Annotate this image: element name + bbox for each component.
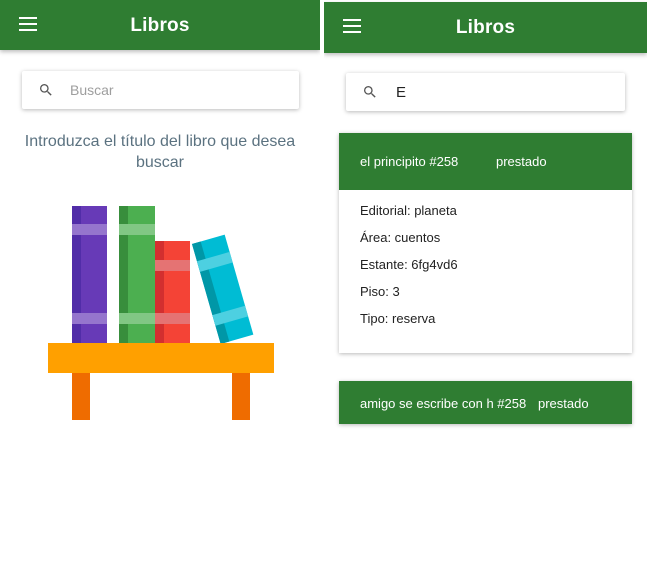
search-input[interactable] xyxy=(70,79,280,101)
result-card-details: Editorial: planeta Área: cuentos Estante… xyxy=(360,202,622,337)
detail-editorial: Editorial: planeta xyxy=(360,203,457,218)
app-title: Libros xyxy=(455,17,516,38)
result-card-header[interactable]: amigo se escribe con h #258 prestado xyxy=(339,381,632,424)
app-bar: Libros xyxy=(0,0,320,50)
detail-tipo: Tipo: reserva xyxy=(360,311,436,326)
status-badge: prestado xyxy=(496,154,547,169)
detail-estante: Estante: 6fg4vd6 xyxy=(360,257,458,272)
search-input[interactable] xyxy=(396,81,606,103)
result-card-header[interactable]: el principito #258 prestado xyxy=(339,133,632,190)
result-card: el principito #258 prestado Editorial: p… xyxy=(339,133,632,353)
screen-empty-search: Libros Introduzca el título del libro qu… xyxy=(0,0,320,572)
search-hint-text: Introduzca el título del libro que desea… xyxy=(24,133,296,171)
app-bar: Libros xyxy=(324,2,647,53)
search-icon[interactable] xyxy=(362,84,378,100)
search-icon[interactable] xyxy=(38,82,54,98)
book-title: el principito #258 xyxy=(360,154,459,169)
detail-area: Área: cuentos xyxy=(360,230,441,245)
screen-search-results: Libros el principito #258 prestado Edito… xyxy=(324,0,647,572)
status-badge: prestado xyxy=(538,396,589,411)
result-card: amigo se escribe con h #258 prestado xyxy=(339,381,632,424)
search-bar[interactable] xyxy=(22,71,299,109)
book-title: amigo se escribe con h #258 xyxy=(360,396,527,411)
books-on-shelf-illustration xyxy=(48,206,274,420)
detail-piso: Piso: 3 xyxy=(360,284,400,299)
app-title: Libros xyxy=(130,15,190,36)
search-bar[interactable] xyxy=(346,73,625,111)
